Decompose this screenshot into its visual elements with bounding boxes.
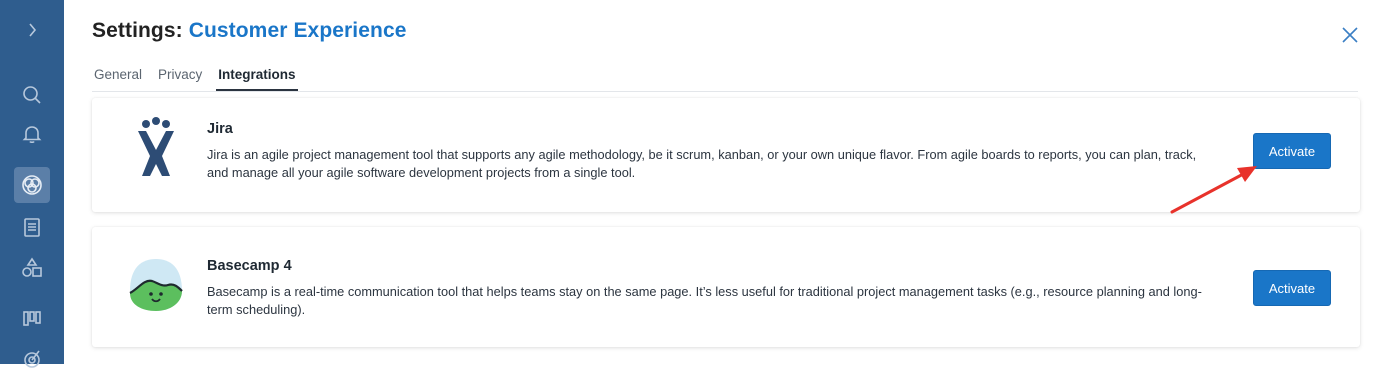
chevron-right-icon [29,23,37,37]
activate-basecamp-button[interactable]: Activate [1253,270,1331,306]
shapes-icon [22,257,42,277]
sidebar-item-integrations[interactable] [14,167,50,203]
integration-card-basecamp: Basecamp 4 Basecamp is a real-time commu… [92,227,1360,347]
document-icon [24,218,40,237]
tab-privacy[interactable]: Privacy [156,64,204,91]
tab-integrations[interactable]: Integrations [216,64,298,91]
sidebar-item-search[interactable] [14,77,50,113]
sidebar-expand-button[interactable] [14,12,50,48]
page-title-accent: Customer Experience [188,19,407,42]
page-title: Settings: Customer Experience [92,19,407,43]
sidebar-item-notifications[interactable] [14,116,50,152]
tab-bar: General Privacy Integrations [92,64,1358,92]
integrations-icon [22,175,42,195]
page-title-prefix: Settings: [92,19,183,42]
search-icon [23,86,41,104]
tab-general[interactable]: General [92,64,144,91]
board-icon [23,311,41,326]
sidebar-item-boards[interactable] [14,300,50,336]
close-icon[interactable] [1341,26,1359,44]
sidebar-item-goals[interactable] [14,340,50,376]
sidebar-item-documents[interactable] [14,209,50,245]
integration-name: Jira [207,121,233,137]
integration-description: Jira is an agile project management tool… [207,147,1197,180]
bell-icon [22,126,42,144]
sidebar-item-shapes[interactable] [14,250,50,286]
sidebar [0,0,64,368]
jira-logo-icon [138,117,174,176]
settings-panel: Settings: Customer Experience General Pr… [64,0,1387,364]
integration-description: Basecamp is a real-time communication to… [207,284,1202,317]
basecamp-logo-icon [129,259,183,311]
integration-card-jira: Jira Jira is an agile project management… [92,98,1360,212]
activate-jira-button[interactable]: Activate [1253,133,1331,169]
target-icon [24,350,40,368]
integration-name: Basecamp 4 [207,258,292,274]
